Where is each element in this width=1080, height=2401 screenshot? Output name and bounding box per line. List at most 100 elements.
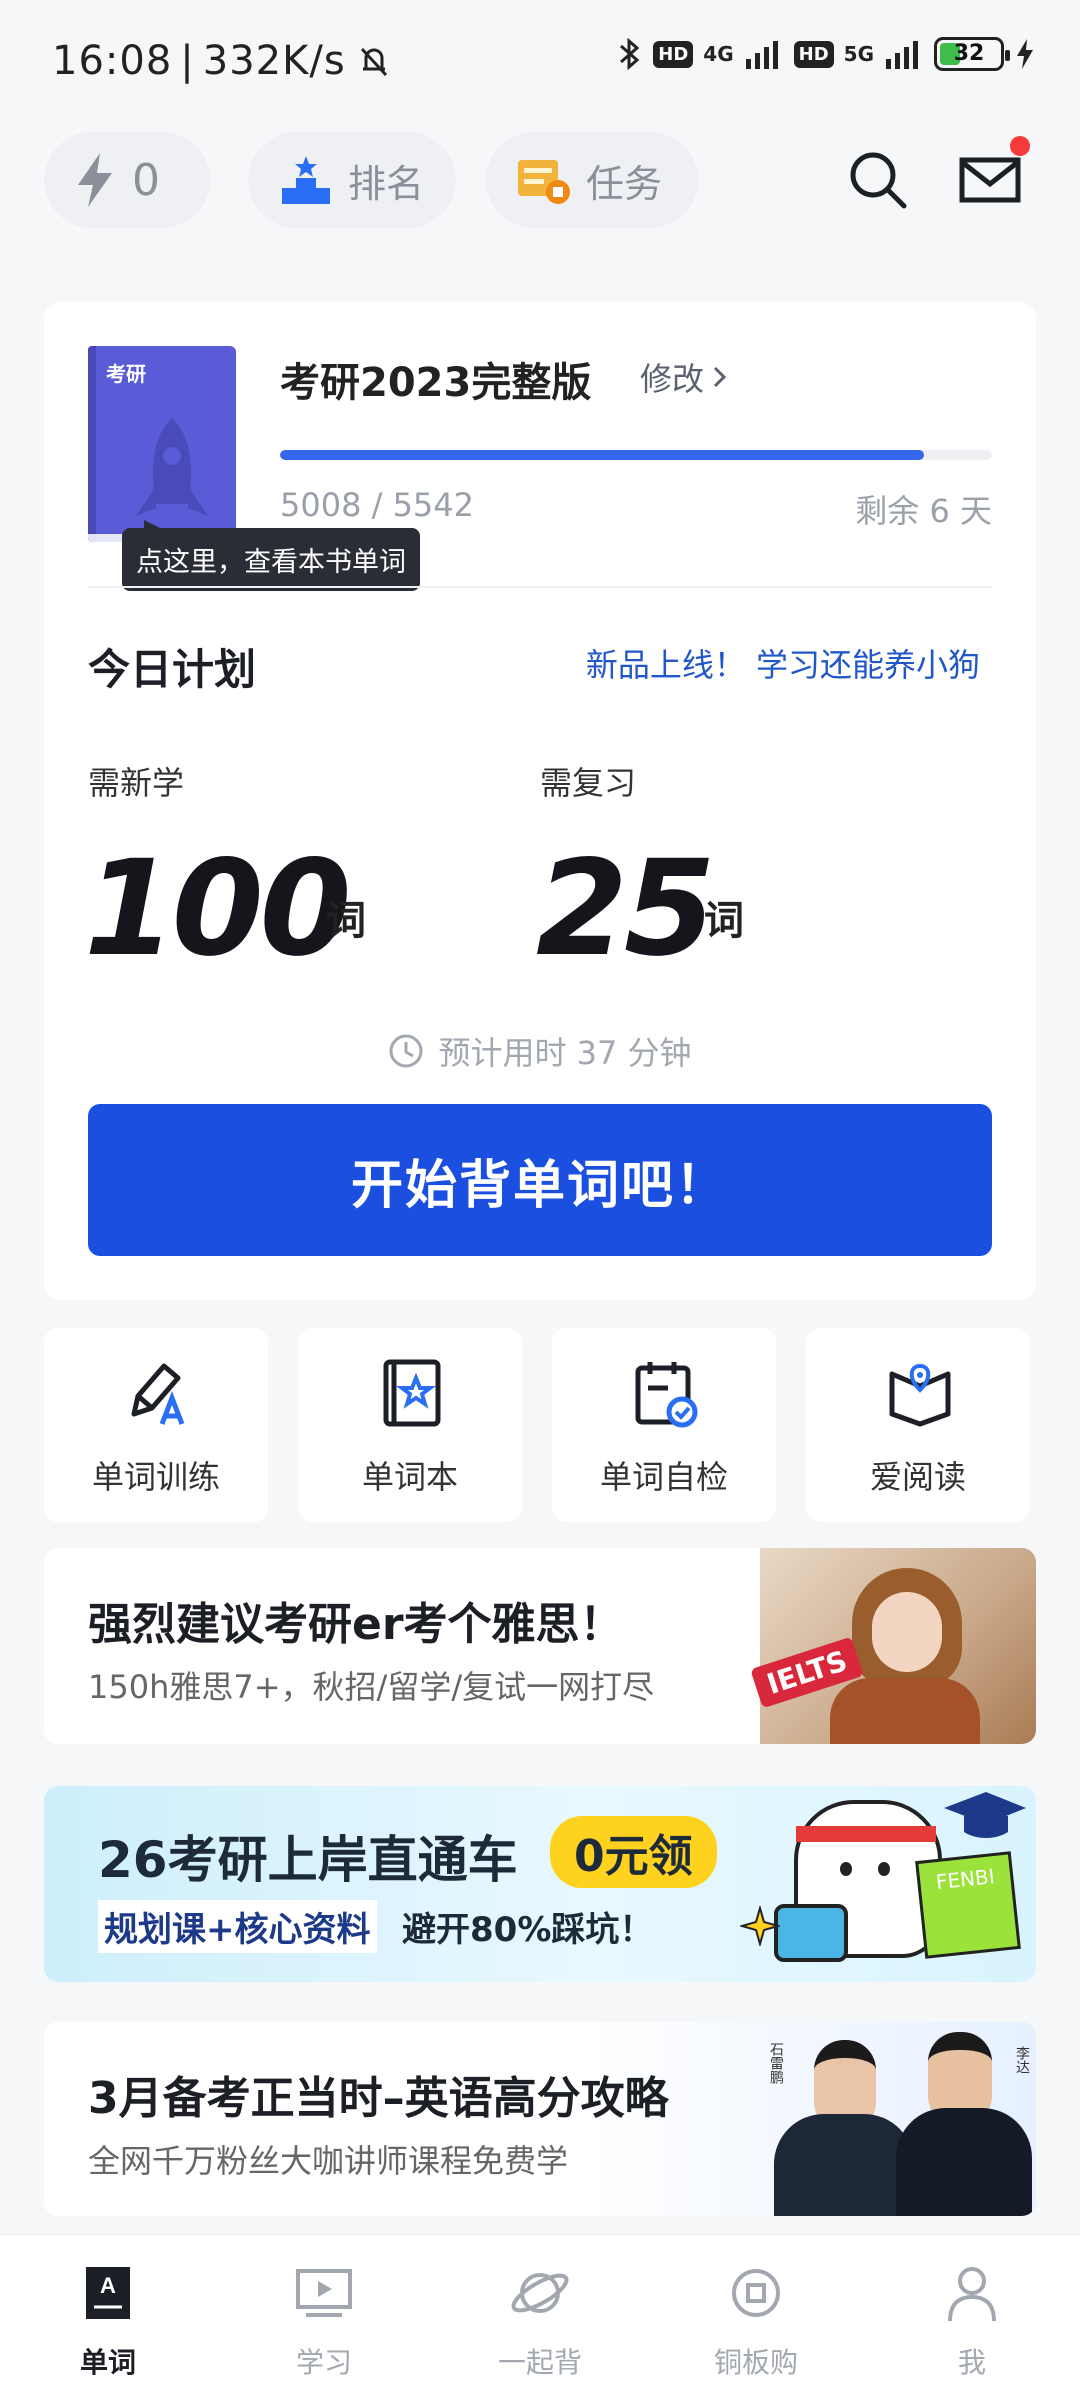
wordbook-star-icon: [383, 1359, 441, 1427]
mute-bell-icon: [360, 47, 387, 77]
quick-label-training: 单词训练: [91, 1458, 220, 1496]
top-row: 0 排名 任务: [44, 132, 1036, 228]
quick-self-check[interactable]: 单词自检: [552, 1328, 776, 1522]
english-banner-title: 3月备考正当时–英语高分攻略: [88, 2073, 669, 2124]
promo-link[interactable]: 新品上线！ 学习还能养小狗: [586, 640, 980, 686]
ielts-banner-title: 强烈建议考研er考个雅思！: [88, 1599, 624, 1650]
search-icon[interactable]: [846, 148, 910, 212]
status-bar: 16:08 | 332K/s HD 4G HD 5G 32: [0, 0, 1080, 120]
postgrad-banner-sub2: 避开80%踩坑！: [402, 1910, 654, 1950]
signal-icon-2: [886, 41, 918, 69]
status-net-speed: 332K/s: [202, 38, 346, 84]
podium-icon: [282, 156, 330, 204]
grad-cap-icon: [944, 1792, 1026, 1838]
plan-title: 今日计划: [88, 645, 257, 694]
postgrad-banner-title: 26考研上岸直通车: [98, 1831, 518, 1889]
nav-tab-together[interactable]: 一起背: [480, 2261, 600, 2381]
mascot-camera: [774, 1904, 848, 1962]
mail-notification-dot: [1010, 136, 1030, 156]
nav-label-me: 我: [957, 2346, 986, 2379]
mascot-headband: [796, 1826, 936, 1842]
teacher-right-body: [896, 2108, 1032, 2216]
nav-label-together: 一起背: [497, 2346, 582, 2379]
book-progress-bar: [280, 450, 992, 460]
battery-level: 32: [953, 41, 985, 66]
book-title: 考研2023完整版: [280, 360, 592, 406]
user-icon: [948, 2267, 996, 2322]
chevron-right-icon: [713, 366, 727, 388]
review-words-unit: 词: [704, 898, 744, 944]
rank-label: 排名: [348, 161, 425, 206]
energy-pill[interactable]: 0: [44, 132, 210, 228]
sparkle-icon: [740, 1906, 780, 1946]
network-type-1: 4G: [703, 42, 734, 66]
mascot-illustration: FENBI: [740, 1786, 1036, 1982]
modify-label: 修改: [640, 360, 705, 398]
status-time: 16:08: [52, 38, 173, 84]
rank-button[interactable]: 排名: [248, 132, 456, 228]
nav-label-shop: 铜板购: [713, 2346, 798, 2379]
nav-tab-words[interactable]: A 单词: [48, 2261, 168, 2381]
english-banner-subtitle: 全网千万粉丝大咖讲师课程免费学: [88, 2142, 569, 2180]
quick-label-reading: 爱阅读: [869, 1458, 966, 1496]
remaining-days: 剩余 6 天: [855, 492, 992, 530]
quick-reading[interactable]: 爱阅读: [806, 1328, 1030, 1522]
network-type-2: 5G: [843, 42, 874, 66]
ielts-banner[interactable]: 强烈建议考研er考个雅思！ 150h雅思7+，秋招/留学/复试一网打尽 IELT…: [44, 1548, 1036, 1744]
nav-tab-study[interactable]: 学习: [264, 2261, 384, 2381]
modify-book-button[interactable]: 修改: [640, 354, 730, 400]
teacher-name-left: 石雷鹏: [768, 2042, 784, 2084]
quick-word-training[interactable]: 单词训练: [44, 1328, 268, 1522]
person-jacket: [830, 1678, 980, 1744]
hd-badge-1: HD: [653, 40, 694, 68]
teachers-photo: 石雷鹏 李达: [756, 2022, 1036, 2216]
mascot-eye-right: [878, 1862, 890, 1876]
battery-icon: 32: [934, 37, 1010, 71]
book-cover-title: 考研: [106, 362, 146, 386]
svg-text:A: A: [100, 2273, 116, 2298]
pencil-a-icon: [131, 1363, 185, 1425]
teacher-left-body: [774, 2114, 914, 2216]
book-tooltip[interactable]: 点这里，查看本书单词: [122, 520, 420, 591]
new-words-label: 需新学: [88, 764, 185, 802]
estimated-time: 预计用时 37 分钟: [44, 1028, 1036, 1074]
quick-wordbook[interactable]: 单词本: [298, 1328, 522, 1522]
charging-bolt-icon: [1017, 39, 1033, 69]
planet-icon: [511, 2273, 569, 2313]
ielts-banner-subtitle: 150h雅思7+，秋招/留学/复试一网打尽: [88, 1668, 655, 1706]
clock-icon: [389, 1034, 423, 1068]
lightning-icon: [78, 153, 112, 207]
review-words-count: 25: [536, 832, 716, 986]
postgrad-banner[interactable]: 26考研上岸直通车 0元领 规划课+核心资料 避开80%踩坑！ FENBI: [44, 1786, 1036, 1982]
new-words-count: 100: [84, 832, 352, 986]
status-right: HD 4G HD 5G 32: [615, 36, 1036, 72]
review-words-label: 需复习: [540, 764, 637, 802]
nav-tab-shop[interactable]: 铜板购: [696, 2261, 816, 2381]
teacher-name-right: 李达: [1014, 2046, 1030, 2074]
person-face: [872, 1592, 942, 1672]
estimated-time-text: 预计用时 37 分钟: [438, 1034, 692, 1072]
task-scroll-icon: [518, 160, 570, 204]
energy-count: 0: [132, 154, 160, 206]
bottom-nav: A 单词 学习 一起背 铜板购 我: [0, 2234, 1080, 2401]
task-label: 任务: [586, 161, 663, 206]
book-spine: [88, 346, 96, 542]
mascot-card: FENBI: [915, 1851, 1021, 1959]
start-memorize-button[interactable]: 开始背单词吧！: [88, 1104, 992, 1256]
status-left: 16:08 | 332K/s: [52, 38, 394, 84]
divider: [88, 586, 992, 588]
ielts-banner-photo: IELTS: [750, 1548, 1036, 1744]
coin-icon: [732, 2269, 780, 2317]
video-play-icon: [296, 2269, 352, 2317]
task-button[interactable]: 任务: [486, 132, 698, 228]
postgrad-banner-tag: 0元领: [550, 1816, 717, 1888]
rocket-icon: [136, 418, 208, 516]
hd-badge-2: HD: [793, 40, 834, 68]
english-strategy-banner[interactable]: 3月备考正当时–英语高分攻略 全网千万粉丝大咖讲师课程免费学 石雷鹏 李达: [44, 2022, 1036, 2216]
mail-button[interactable]: [958, 136, 1030, 212]
nav-tab-me[interactable]: 我: [912, 2261, 1032, 2381]
signal-icon-1: [745, 41, 778, 69]
calendar-check-icon: [635, 1362, 698, 1428]
words-tab-icon: A: [86, 2267, 130, 2319]
new-words-unit: 词: [326, 898, 366, 944]
